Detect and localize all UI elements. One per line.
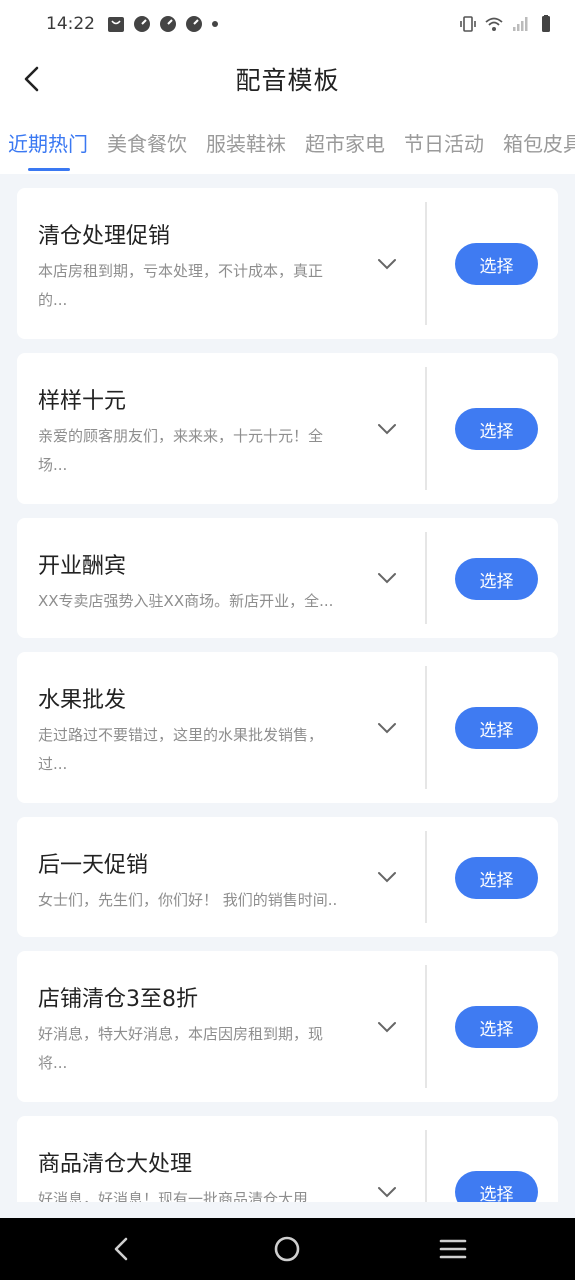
chevron-down-icon[interactable]: [373, 1178, 401, 1202]
page-title: 配音模板: [235, 66, 340, 95]
nav-home-button[interactable]: [269, 1231, 305, 1267]
card-divider: [425, 532, 427, 624]
card-divider: [425, 1130, 427, 1202]
template-title: 水果批发: [38, 688, 127, 713]
chevron-down-icon[interactable]: [373, 714, 401, 742]
tab-supermarket[interactable]: 超市家电: [305, 128, 385, 157]
chevron-down-icon[interactable]: [373, 863, 401, 891]
nav-menu-button[interactable]: [435, 1231, 471, 1267]
tab-food[interactable]: 美食餐饮: [107, 128, 187, 157]
select-button[interactable]: 选择: [455, 243, 538, 285]
speed-icon: [160, 16, 176, 32]
signal-icon: [513, 17, 528, 31]
system-nav-bar: [0, 1218, 575, 1280]
template-list[interactable]: 清仓处理促销 本店房租到期，亏本处理，不计成本，真正的... 选择 样样十元 亲…: [0, 174, 575, 1202]
chevron-left-icon: [24, 66, 39, 92]
vibrate-icon: [460, 16, 476, 32]
nav-menu-icon: [439, 1239, 467, 1259]
select-button[interactable]: 选择: [455, 857, 538, 899]
template-desc: 好消息，好消息！现有一批商品清仓大甩: [38, 1190, 309, 1202]
template-title: 开业酬宾: [38, 554, 127, 579]
chevron-down-icon[interactable]: [373, 1013, 401, 1041]
template-card[interactable]: 后一天促销 女士们，先生们，你们好！ 我们的销售时间... 选择: [17, 817, 558, 937]
template-title: 清仓处理促销: [38, 224, 171, 249]
template-desc: XX专卖店强势入驻XX商场。新店开业，全...: [38, 592, 334, 610]
select-button[interactable]: 选择: [455, 1171, 538, 1202]
template-title: 店铺清仓3至8折: [38, 987, 198, 1012]
select-button[interactable]: 选择: [455, 1006, 538, 1048]
template-desc: 亲爱的顾客朋友们，来来来，十元十元！全场...: [38, 427, 324, 474]
card-divider: [425, 202, 427, 325]
card-divider: [425, 831, 427, 923]
template-title: 样样十元: [38, 389, 127, 414]
battery-icon: [542, 15, 550, 32]
nav-home-icon: [274, 1236, 300, 1262]
chevron-down-icon[interactable]: [373, 415, 401, 443]
template-title: 后一天促销: [38, 853, 149, 878]
tab-recent-hot[interactable]: 近期热门: [8, 128, 88, 157]
template-card[interactable]: 店铺清仓3至8折 好消息，特大好消息，本店因房租到期，现将... 选择: [17, 951, 558, 1102]
select-button[interactable]: 选择: [455, 558, 538, 600]
active-tab-indicator: [28, 168, 70, 171]
template-card[interactable]: 开业酬宾 XX专卖店强势入驻XX商场。新店开业，全... 选择: [17, 518, 558, 638]
speed-icon: [186, 16, 202, 32]
template-card[interactable]: 商品清仓大处理 好消息，好消息！现有一批商品清仓大甩 选择: [17, 1116, 558, 1202]
nav-back-button[interactable]: [104, 1231, 140, 1267]
chevron-down-icon[interactable]: [373, 564, 401, 592]
speed-icon: [134, 16, 150, 32]
card-divider: [425, 666, 427, 789]
status-time: 14:22: [46, 14, 95, 34]
tab-bags[interactable]: 箱包皮具: [503, 128, 575, 157]
app-header: 配音模板: [0, 48, 575, 110]
system-icons: [459, 15, 555, 33]
card-divider: [425, 965, 427, 1088]
category-tabs: 近期热门 美食餐饮 服装鞋袜 超市家电 节日活动 箱包皮具: [0, 118, 575, 172]
nav-back-icon: [114, 1237, 128, 1261]
list-bottom-padding: [0, 1202, 575, 1218]
template-desc: 女士们，先生们，你们好！ 我们的销售时间...: [38, 891, 338, 909]
notification-icons: [107, 15, 219, 33]
tab-clothing[interactable]: 服装鞋袜: [206, 128, 286, 157]
more-dot-icon: [212, 21, 218, 27]
select-button[interactable]: 选择: [455, 707, 538, 749]
template-card[interactable]: 样样十元 亲爱的顾客朋友们，来来来，十元十元！全场... 选择: [17, 353, 558, 504]
template-title: 商品清仓大处理: [38, 1152, 193, 1177]
back-button[interactable]: [12, 59, 52, 99]
select-button[interactable]: 选择: [455, 408, 538, 450]
template-card[interactable]: 水果批发 走过路过不要错过，这里的水果批发销售，过... 选择: [17, 652, 558, 803]
template-card[interactable]: 清仓处理促销 本店房租到期，亏本处理，不计成本，真正的... 选择: [17, 188, 558, 339]
chevron-down-icon[interactable]: [373, 250, 401, 278]
shopping-bag-icon: [108, 17, 124, 32]
template-desc: 好消息，特大好消息，本店因房租到期，现将...: [38, 1025, 324, 1072]
template-desc: 本店房租到期，亏本处理，不计成本，真正的...: [38, 262, 324, 309]
card-divider: [425, 367, 427, 490]
tab-holiday[interactable]: 节日活动: [404, 128, 484, 157]
template-desc: 走过路过不要错过，这里的水果批发销售，过...: [38, 726, 324, 773]
status-bar: 14:22: [0, 0, 575, 48]
wifi-icon: [485, 17, 503, 31]
